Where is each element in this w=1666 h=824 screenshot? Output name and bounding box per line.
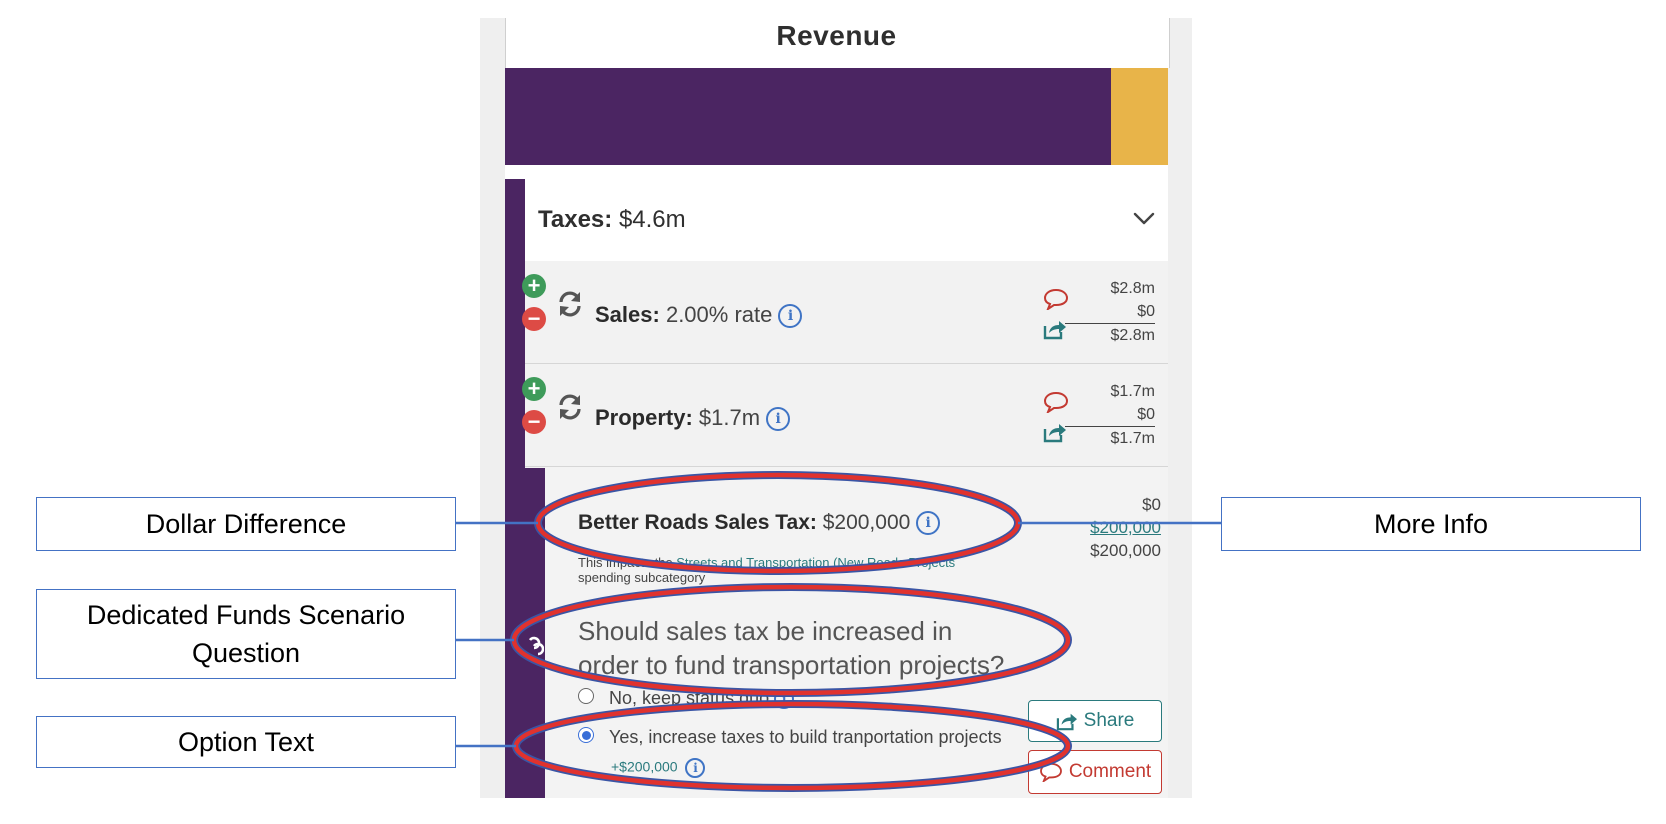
decrease-button[interactable]: − xyxy=(522,410,546,434)
bar-spacer xyxy=(505,165,1168,179)
amount-total: $1.7m xyxy=(1065,426,1155,450)
increase-button[interactable]: + xyxy=(522,274,546,298)
question-line-1: Should sales tax be increased in xyxy=(578,616,953,646)
item-name: Sales: xyxy=(595,302,660,327)
fund-value: $200,000 xyxy=(822,511,911,534)
subcategory-accent xyxy=(505,468,545,798)
comment-button[interactable]: Comment xyxy=(1028,750,1162,794)
item-label-property: Property: $1.7m i xyxy=(595,405,791,432)
callout-dollar-difference: Dollar Difference xyxy=(36,497,456,551)
impact-note-suffix: spending subcategory xyxy=(578,570,706,585)
share-label: Share xyxy=(1083,710,1135,731)
category-amount: $4.6m xyxy=(618,206,686,233)
page-title: Revenue xyxy=(776,20,897,51)
item-value: 2.00% rate xyxy=(665,302,773,327)
dedicated-fund-label: Better Roads Sales Tax: $200,000 i xyxy=(578,511,941,536)
reset-icon[interactable] xyxy=(556,290,584,318)
info-icon[interactable]: i xyxy=(916,511,941,536)
amount-total: $2.8m xyxy=(1065,323,1155,347)
category-label: Taxes: $4.6m xyxy=(538,206,686,234)
question-line-2: order to fund transportation projects? xyxy=(578,650,1005,680)
amount-change: $0 xyxy=(1137,303,1155,320)
item-value: $1.7m xyxy=(698,405,761,430)
option-label-yes: Yes, increase taxes to build tranportati… xyxy=(609,727,1002,747)
link-icon xyxy=(528,636,544,656)
fund-name: Better Roads Sales Tax: xyxy=(578,511,817,534)
item-label-sales: Sales: 2.00% rate i xyxy=(595,302,803,329)
info-icon[interactable]: i xyxy=(685,758,706,778)
reset-icon[interactable] xyxy=(556,393,584,421)
callout-more-info: More Info xyxy=(1221,497,1641,551)
comment-icon xyxy=(1039,762,1062,782)
info-icon[interactable]: i xyxy=(774,689,795,710)
option-delta: +$200,000 i xyxy=(611,758,706,778)
amounts-property: $1.7m $0 $1.7m xyxy=(1065,380,1155,450)
impact-note-prefix: This impacts the xyxy=(578,555,677,570)
option-label-no: No, keep status quo i xyxy=(609,688,795,710)
impact-note-link[interactable]: Streets and Transportation (New Roads Pr… xyxy=(676,555,955,570)
amount-change: $200,000 xyxy=(1090,518,1161,537)
chevron-down-icon[interactable] xyxy=(1133,208,1155,230)
amount-total: $200,000 xyxy=(1090,541,1161,560)
info-icon[interactable]: i xyxy=(778,304,803,329)
amount-change: $0 xyxy=(1137,406,1155,423)
option-radio-yes[interactable] xyxy=(578,727,594,743)
panel-gutter-left xyxy=(480,18,505,798)
comment-label: Comment xyxy=(1068,761,1152,782)
info-icon[interactable]: i xyxy=(766,407,791,432)
impact-note: This impacts the Streets and Transportat… xyxy=(578,555,1018,585)
amounts-dedicated-fund: $0 $200,000 $200,000 xyxy=(1066,493,1161,562)
amount-original: $0 xyxy=(1142,495,1161,514)
item-name: Property: xyxy=(595,405,693,430)
budget-bar-primary xyxy=(505,68,1111,165)
share-icon[interactable] xyxy=(1043,318,1067,340)
scenario-question: Should sales tax be increased in order t… xyxy=(578,614,1004,682)
budget-bar-secondary xyxy=(1111,68,1168,165)
callout-option-text: Option Text xyxy=(36,716,456,768)
increase-button[interactable]: + xyxy=(522,377,546,401)
option-delta-value: +$200,000 xyxy=(611,758,678,775)
amount-original: $1.7m xyxy=(1110,383,1155,400)
callout-line-1: Dedicated Funds Scenario xyxy=(86,600,406,630)
share-icon xyxy=(1056,713,1077,731)
category-name: Taxes: xyxy=(538,206,613,233)
option-text: No, keep status quo xyxy=(609,688,770,708)
callout-line-2: Question xyxy=(191,638,301,668)
decrease-button[interactable]: − xyxy=(522,307,546,331)
share-button[interactable]: Share xyxy=(1028,700,1162,742)
panel-gutter-right xyxy=(1168,18,1192,798)
amount-original: $2.8m xyxy=(1110,280,1155,297)
callout-scenario-question: Dedicated Funds Scenario Question xyxy=(36,589,456,679)
option-radio-no[interactable] xyxy=(578,688,594,704)
amounts-sales: $2.8m $0 $2.8m xyxy=(1065,277,1155,347)
share-icon[interactable] xyxy=(1043,421,1067,443)
